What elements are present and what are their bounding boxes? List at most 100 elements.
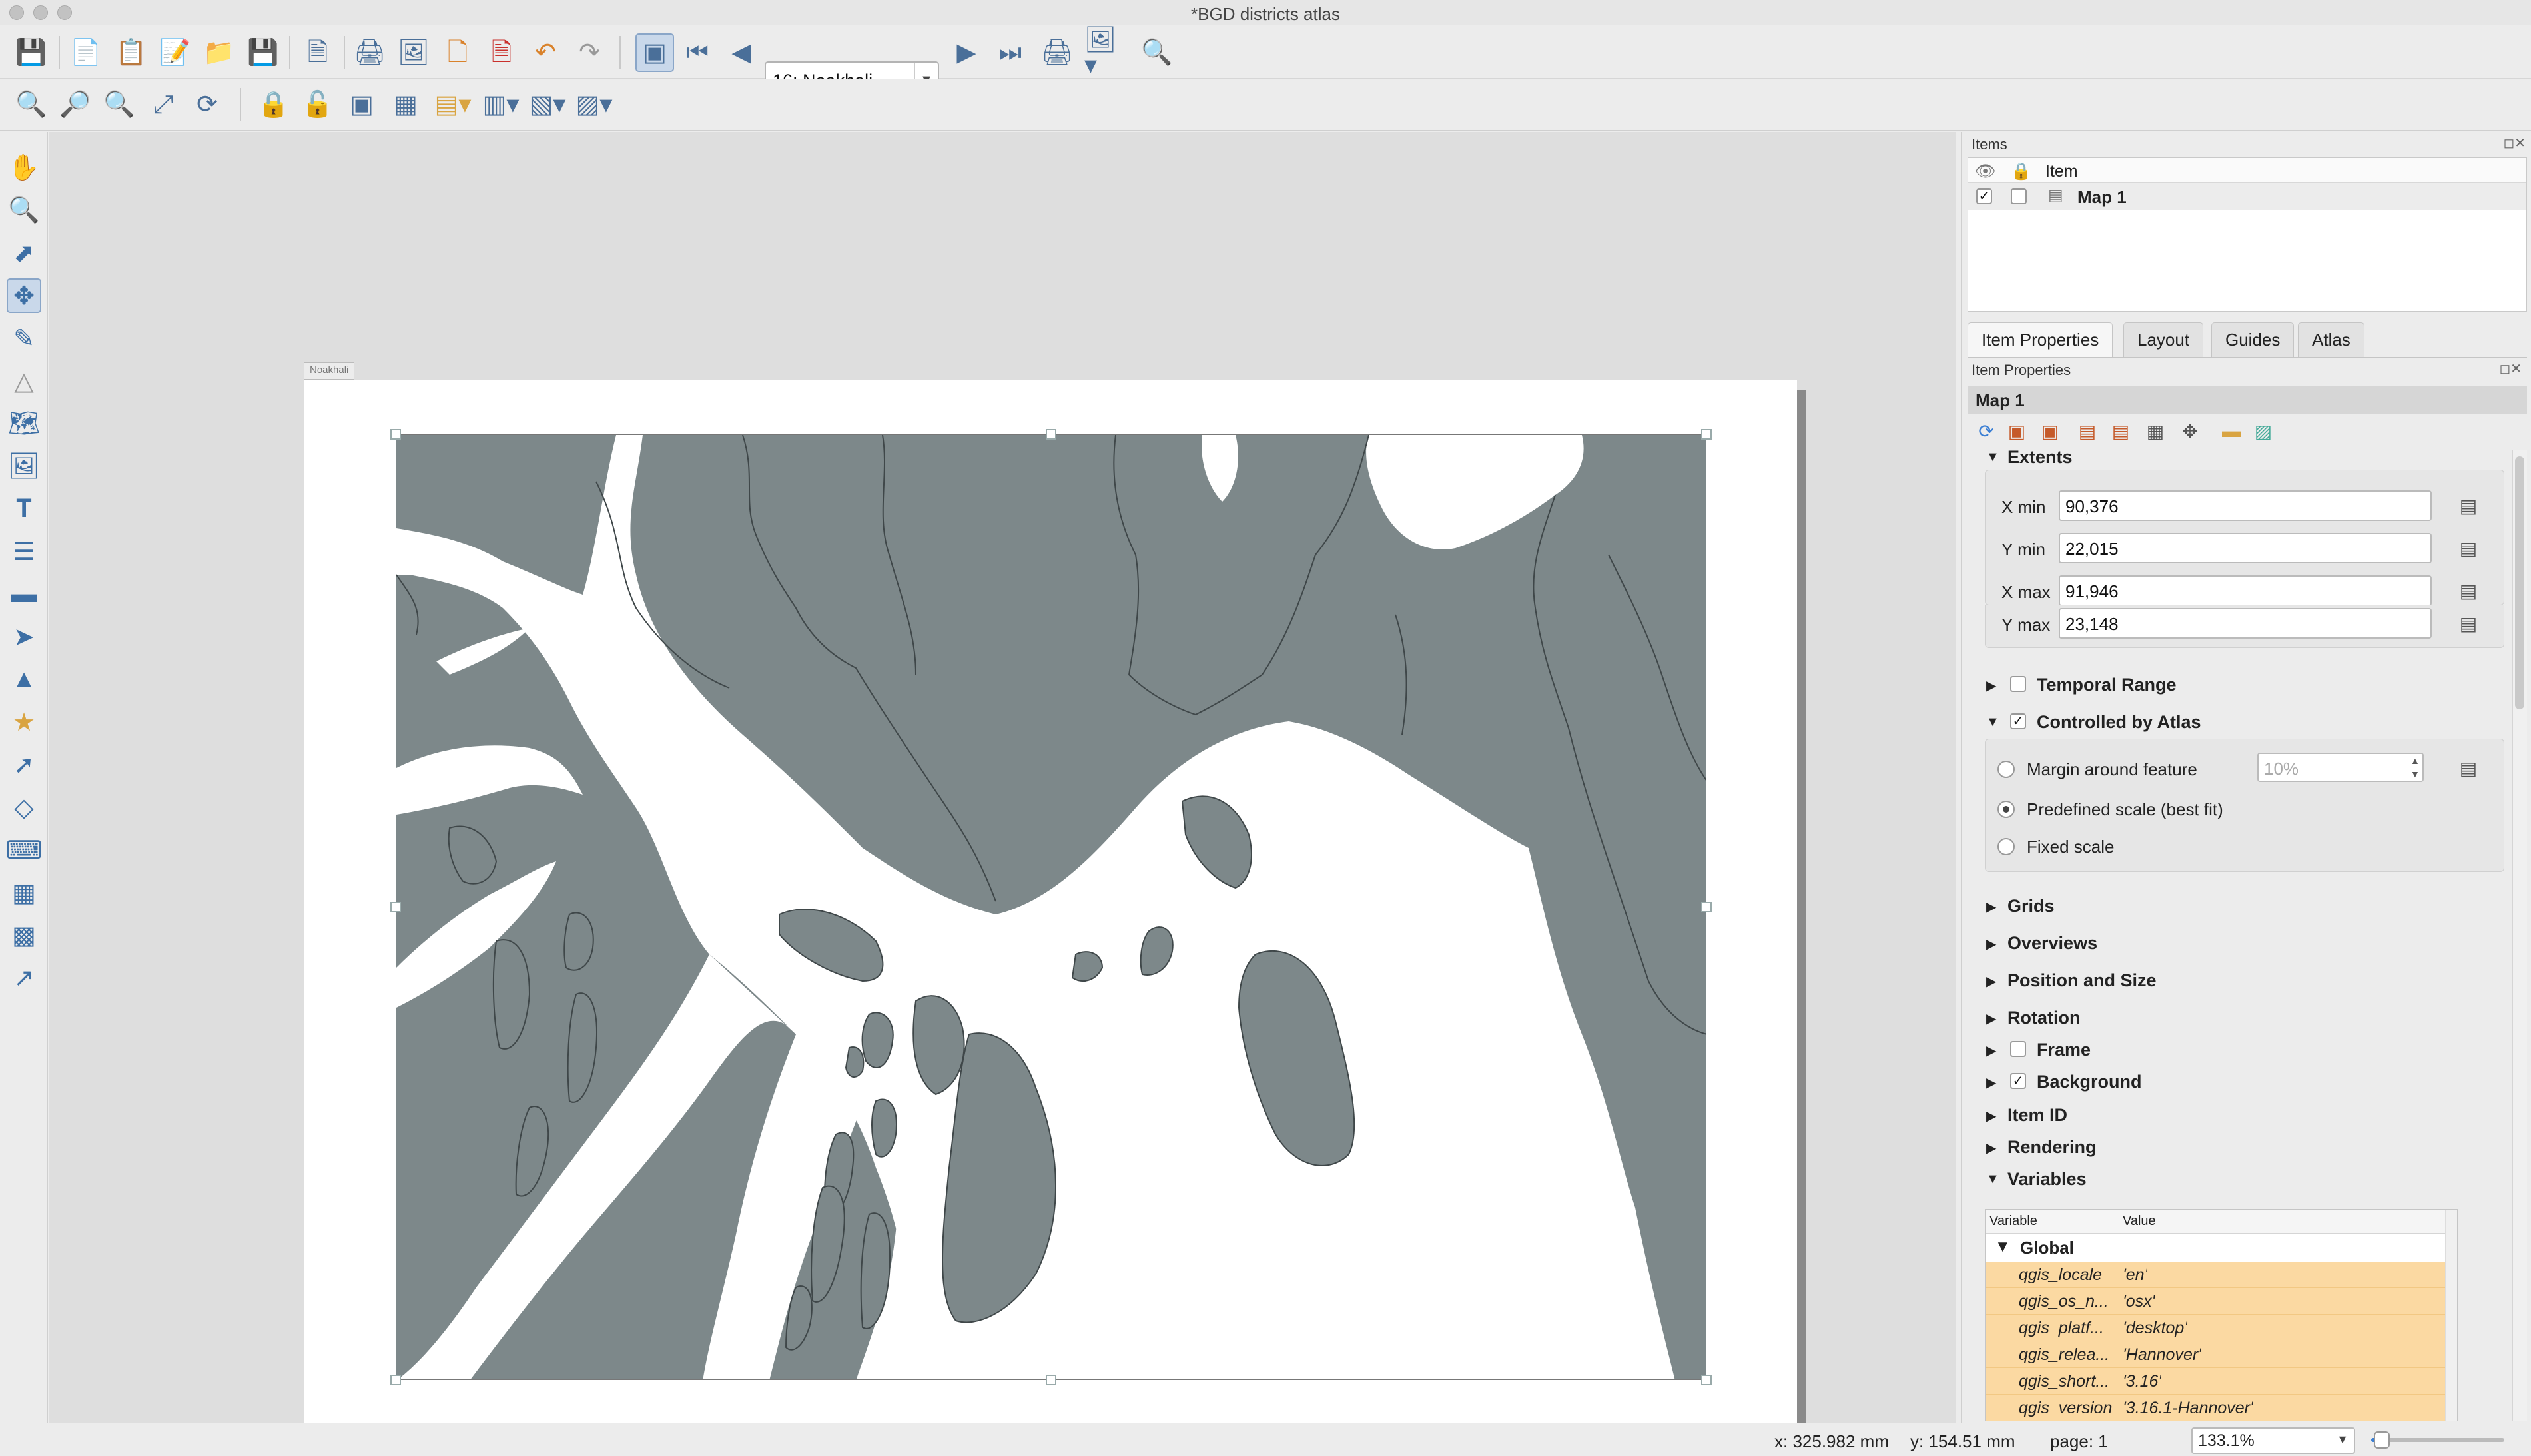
- controlled-by-atlas-checkbox[interactable]: ✓: [2010, 713, 2026, 729]
- variable-row[interactable]: qgis_os_n...'osx': [1986, 1288, 2445, 1315]
- first-feature-icon[interactable]: ⏮: [681, 36, 714, 69]
- background-section[interactable]: Background: [2037, 1072, 2142, 1092]
- save-icon[interactable]: 💾: [15, 36, 48, 69]
- variable-row[interactable]: qgis_version '3.16.1-Hannover': [1986, 1395, 2445, 1421]
- position-size-section[interactable]: Position and Size: [2007, 970, 2157, 991]
- variable-row[interactable]: qgis_platf...'desktop': [1986, 1315, 2445, 1341]
- map-item[interactable]: [396, 434, 1706, 1380]
- visibility-checkbox[interactable]: ✓: [1976, 188, 1992, 204]
- layout-canvas[interactable]: Noakhali: [49, 132, 1956, 1423]
- chevron-down-icon[interactable]: ▼: [2337, 1433, 2349, 1447]
- resize-handle[interactable]: [390, 902, 401, 912]
- select-icon[interactable]: ⬈: [7, 236, 41, 270]
- distribute-icon[interactable]: ▧▾: [528, 88, 567, 121]
- variables-group-row[interactable]: ▼ Global: [1986, 1234, 2445, 1262]
- add-north-arrow-icon[interactable]: ➤: [7, 619, 41, 654]
- expand-triangle-icon[interactable]: ▶: [1986, 899, 1996, 915]
- expand-triangle-icon[interactable]: ▶: [1986, 1108, 1996, 1124]
- move-content-icon[interactable]: ✥: [2178, 419, 2202, 443]
- add-html-icon[interactable]: ⌨: [6, 833, 43, 867]
- data-defined-icon[interactable]: ▤: [2449, 577, 2488, 605]
- open-template-icon[interactable]: 📁: [202, 36, 236, 69]
- predefined-scale-radio[interactable]: [1997, 801, 2015, 818]
- center-icon[interactable]: ▤: [2109, 419, 2133, 443]
- tab-layout[interactable]: Layout: [2123, 322, 2204, 357]
- resize-handle[interactable]: [1701, 902, 1712, 912]
- tab-item-properties[interactable]: Item Properties: [1968, 322, 2113, 357]
- layers-icon[interactable]: ▨: [2251, 419, 2275, 443]
- ymax-field[interactable]: 23,148: [2059, 608, 2432, 639]
- zoom-tool-icon[interactable]: 🔍: [7, 193, 41, 228]
- move-content-icon[interactable]: ✥: [7, 278, 41, 313]
- expand-triangle-icon[interactable]: ▶: [1986, 677, 1996, 694]
- expand-triangle-icon[interactable]: ▶: [1986, 973, 1996, 990]
- overviews-section[interactable]: Overviews: [2007, 933, 2097, 954]
- lock-checkbox[interactable]: [2011, 188, 2027, 204]
- add-marker-icon[interactable]: ★: [7, 705, 41, 739]
- next-feature-icon[interactable]: ▶: [950, 36, 983, 69]
- scrollbar-thumb[interactable]: [2515, 456, 2524, 709]
- expand-triangle-icon[interactable]: ▶: [1986, 1074, 1996, 1091]
- zoom-combo[interactable]: 133.1% ▼: [2191, 1427, 2355, 1454]
- data-defined-icon[interactable]: ▤: [2449, 754, 2488, 782]
- data-defined-icon[interactable]: ▤: [2449, 534, 2488, 562]
- properties-dock-buttons[interactable]: ◻✕: [2500, 360, 2522, 377]
- data-defined-icon[interactable]: ▤: [2449, 609, 2488, 637]
- add-arrow-icon[interactable]: ➚: [7, 747, 41, 782]
- expand-triangle-icon[interactable]: ▶: [1986, 1042, 1996, 1059]
- collapse-triangle-icon[interactable]: ▼: [1986, 1172, 1999, 1187]
- tab-guides[interactable]: Guides: [2211, 322, 2295, 357]
- last-feature-icon[interactable]: ⏭: [994, 36, 1027, 69]
- properties-scrollbar[interactable]: [2512, 450, 2527, 1421]
- add-fixed-table-icon[interactable]: ▩: [7, 918, 41, 952]
- undo-icon[interactable]: ↶: [529, 36, 562, 69]
- variable-row[interactable]: qgis_short... '3.16': [1986, 1368, 2445, 1395]
- background-checkbox[interactable]: ✓: [2010, 1073, 2026, 1089]
- redo-icon[interactable]: ↷: [573, 36, 606, 69]
- add-legend-icon[interactable]: ☰: [7, 534, 41, 569]
- variables-table[interactable]: Variable Value ▼ Global qgis_locale'en' …: [1985, 1209, 2458, 1421]
- new-layout-icon[interactable]: 📄: [69, 36, 103, 69]
- margin-radio[interactable]: [1997, 761, 2015, 778]
- resize-handle[interactable]: [390, 1375, 401, 1385]
- print-icon[interactable]: 🖨: [353, 36, 386, 69]
- view-extent-icon[interactable]: ▣: [2038, 419, 2062, 443]
- refresh-icon[interactable]: ⟳: [1974, 419, 1998, 443]
- items-tree[interactable]: 👁 🔒 Item ✓ ▤ Map 1: [1968, 157, 2527, 312]
- data-defined-icon[interactable]: ▤: [2449, 492, 2488, 520]
- export-image-icon[interactable]: 🖼: [397, 36, 430, 69]
- dock-buttons[interactable]: ◻✕: [2504, 135, 2526, 151]
- export-pdf-icon[interactable]: 🗎: [485, 36, 518, 69]
- add-attribute-table-icon[interactable]: ▦: [7, 875, 41, 910]
- tab-atlas[interactable]: Atlas: [2298, 322, 2364, 357]
- export-atlas-icon[interactable]: 🖼▾: [1084, 27, 1124, 78]
- resize-handle[interactable]: [1701, 1375, 1712, 1385]
- zoom-slider-handle[interactable]: [2374, 1431, 2390, 1449]
- align-icon[interactable]: ▥▾: [481, 88, 521, 121]
- xmin-field[interactable]: 90,376: [2059, 490, 2432, 521]
- add-elevation-profile-icon[interactable]: ↗: [7, 960, 41, 995]
- export-svg-icon[interactable]: 🗋: [441, 36, 474, 69]
- zoom-100-icon[interactable]: 🔍: [103, 88, 136, 121]
- extents-section[interactable]: Extents: [2007, 450, 2073, 468]
- atlas-settings-icon[interactable]: 🔍: [1140, 36, 1174, 69]
- resize-handle[interactable]: [1701, 429, 1712, 440]
- resize-icon[interactable]: ▨▾: [574, 88, 614, 121]
- collapse-triangle-icon[interactable]: ▼: [1986, 715, 1999, 730]
- frame-section[interactable]: Frame: [2037, 1040, 2091, 1060]
- atlas-preview-icon[interactable]: ▣: [635, 33, 674, 72]
- unlock-items-icon[interactable]: 🔓: [301, 88, 334, 121]
- fixed-scale-radio[interactable]: [1997, 838, 2015, 855]
- label-settings-icon[interactable]: ▬: [2219, 419, 2243, 443]
- ungroup-icon[interactable]: ▦: [389, 88, 422, 121]
- zoom-out-icon[interactable]: 🔎: [59, 88, 92, 121]
- resize-handle[interactable]: [390, 429, 401, 440]
- expand-triangle-icon[interactable]: ▶: [1986, 1140, 1996, 1156]
- add-picture-icon[interactable]: 🖼: [7, 449, 41, 484]
- page-setup-icon[interactable]: 🗎: [301, 36, 334, 69]
- expand-triangle-icon[interactable]: ▶: [1986, 936, 1996, 952]
- controlled-by-atlas-section[interactable]: Controlled by Atlas: [2037, 712, 2201, 733]
- set-extent-icon[interactable]: ▣: [2005, 419, 2029, 443]
- zoom-in-icon[interactable]: 🔍: [15, 88, 48, 121]
- resize-handle[interactable]: [1046, 1375, 1056, 1385]
